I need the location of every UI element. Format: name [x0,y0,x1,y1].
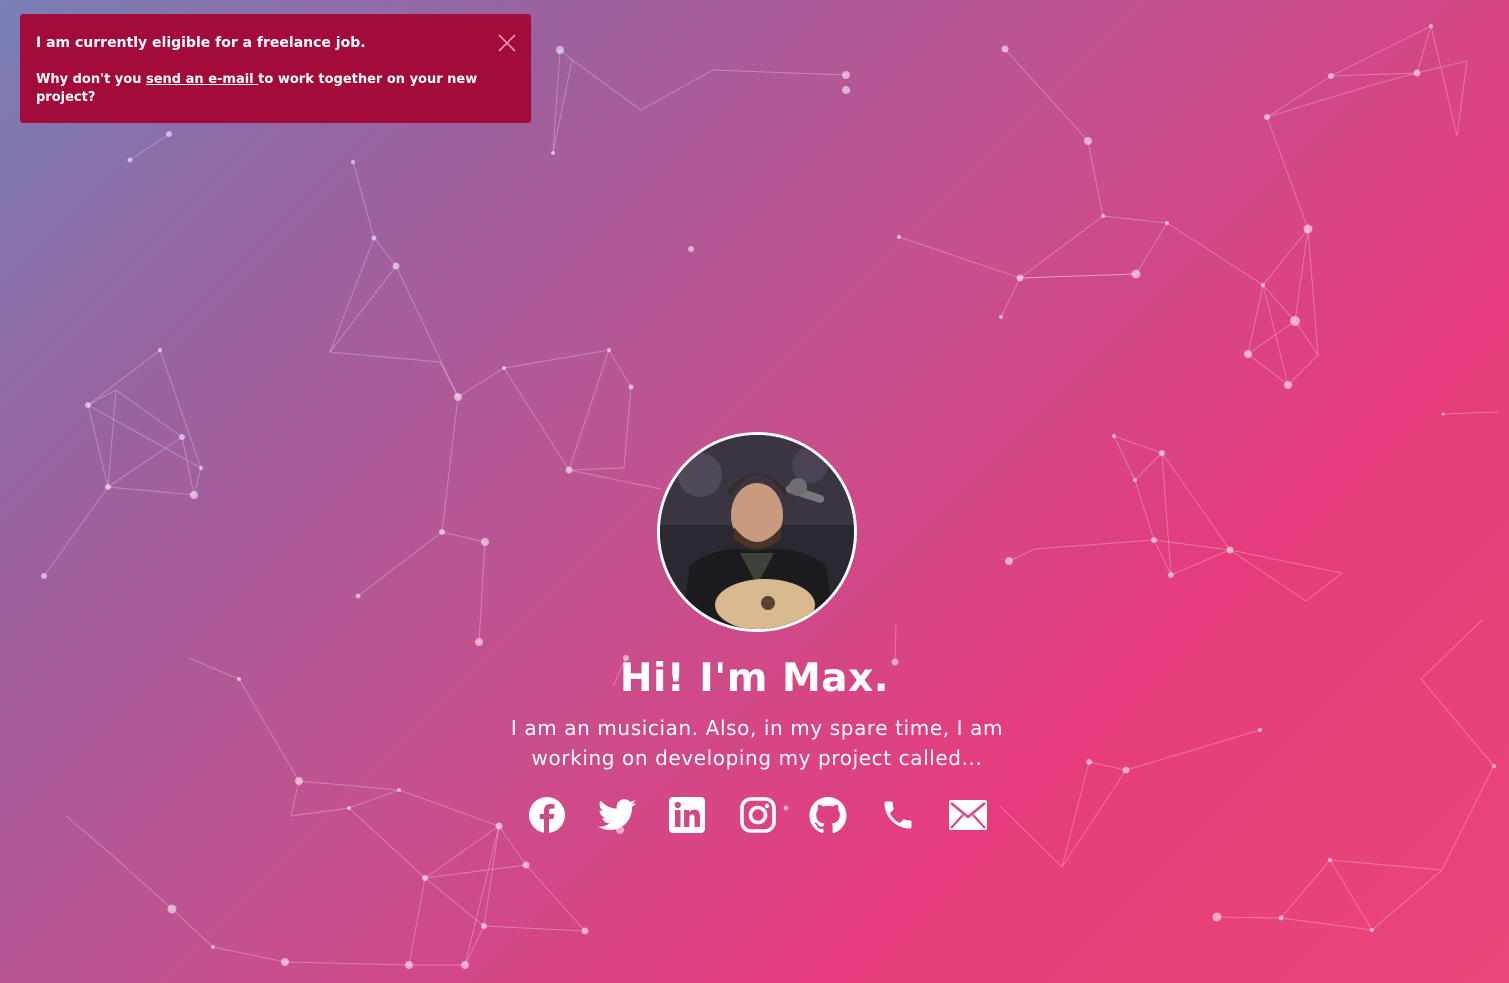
email-icon [949,800,988,830]
banner-text-before: Why don't you [36,72,146,87]
banner-title: I am currently eligible for a freelance … [36,35,366,51]
send-email-link[interactable]: send an e-mail [146,72,258,87]
linkedin-link[interactable] [666,794,708,836]
linkedin-icon [669,797,706,833]
facebook-link[interactable] [526,794,568,836]
twitter-icon [598,799,637,831]
close-icon[interactable] [497,33,517,53]
facebook-icon [529,797,565,833]
github-icon [809,796,847,833]
phone-link[interactable] [877,794,919,836]
email-link[interactable] [947,794,989,836]
profile-avatar [657,432,857,632]
instagram-icon [739,797,776,833]
instagram-link[interactable] [737,794,779,836]
twitter-link[interactable] [596,794,638,836]
phone-icon [884,801,912,829]
github-link[interactable] [807,794,849,836]
banner-message: Why don't you send an e-mail to work tog… [36,71,515,107]
page-title: Hi! I'm Max. [619,656,890,701]
social-links [526,794,1017,838]
freelance-banner: I am currently eligible for a freelance … [20,14,531,123]
tagline: I am an musician. Also, in my spare time… [510,716,1004,770]
